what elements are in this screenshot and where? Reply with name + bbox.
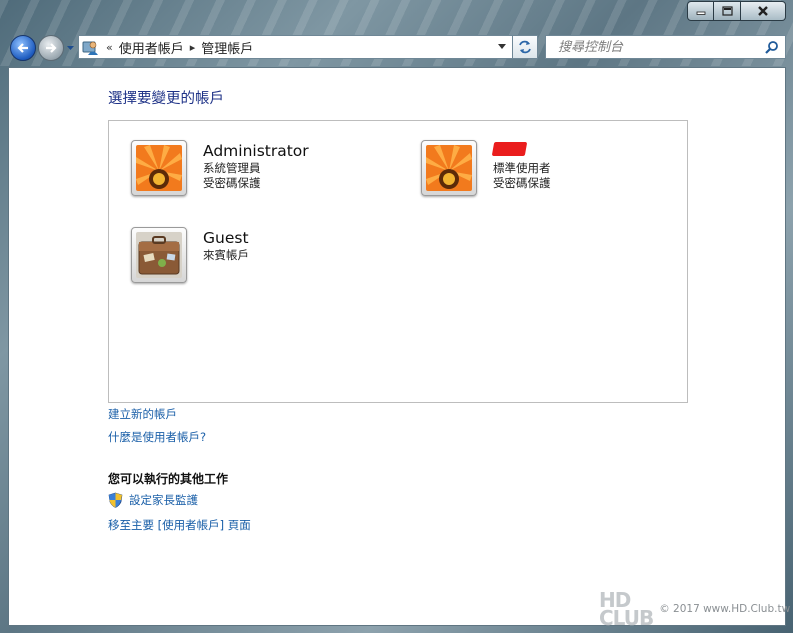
minimize-button[interactable]	[687, 1, 714, 21]
address-bar[interactable]: « 使用者帳戶 ▸ 管理帳戶	[78, 35, 513, 59]
uac-shield-icon	[108, 492, 123, 508]
account-password-status: 受密碼保護	[203, 176, 261, 190]
account-password-status: 受密碼保護	[493, 176, 551, 190]
refresh-icon	[519, 40, 531, 54]
flower-picture	[426, 145, 472, 191]
window-controls	[687, 1, 786, 22]
chevron-down-icon	[66, 45, 74, 50]
breadcrumb-overflow[interactable]: «	[106, 41, 113, 54]
maximize-icon	[721, 6, 733, 16]
page-title: 選擇要變更的帳戶	[108, 91, 224, 107]
account-name	[491, 142, 551, 161]
account-avatar	[131, 140, 187, 196]
suitcase-picture	[136, 232, 182, 278]
account-name: Guest	[203, 229, 249, 247]
refresh-button[interactable]	[513, 35, 538, 59]
watermark-text: © 2017 www.HD.Club.tw	[659, 603, 791, 615]
control-panel-users-icon	[82, 41, 98, 55]
account-name: Administrator	[203, 142, 309, 160]
account-avatar	[131, 227, 187, 283]
forward-arrow-icon	[46, 43, 57, 53]
search-box[interactable]	[545, 35, 786, 59]
address-dropdown-icon[interactable]	[498, 44, 506, 49]
close-button[interactable]	[741, 1, 786, 21]
breadcrumb-separator[interactable]: ▸	[190, 41, 196, 54]
breadcrumb-manage-accounts[interactable]: 管理帳戶	[201, 38, 253, 57]
accounts-panel: Administrator 系統管理員 受密碼保護 標準使用者 受密碼保護 Gu…	[108, 120, 688, 403]
what-is-account-link[interactable]: 什麼是使用者帳戶?	[108, 429, 206, 445]
create-account-link[interactable]: 建立新的帳戶	[108, 406, 177, 422]
content-pane: 選擇要變更的帳戶 Administrator 系統管理員 受密碼保護 標準使用者…	[8, 67, 790, 628]
flower-picture	[136, 145, 182, 191]
watermark-logo: HD CLUB	[599, 588, 654, 630]
watermark: HD CLUB © 2017 www.HD.Club.tw	[599, 588, 791, 630]
forward-button[interactable]	[38, 35, 64, 61]
parental-controls-row[interactable]: 設定家長監護	[108, 492, 198, 508]
account-tile-standard-user[interactable]: 標準使用者 受密碼保護	[421, 140, 551, 196]
account-avatar	[421, 140, 477, 196]
back-button[interactable]	[10, 35, 36, 61]
search-icon[interactable]	[765, 40, 779, 54]
account-type: 系統管理員	[203, 161, 261, 175]
breadcrumb-user-accounts[interactable]: 使用者帳戶	[119, 38, 184, 57]
back-arrow-icon	[17, 43, 28, 53]
search-input[interactable]	[556, 38, 770, 56]
account-type: 來賓帳戶	[203, 248, 249, 262]
parental-controls-link[interactable]: 設定家長監護	[129, 492, 198, 508]
minimize-icon	[696, 11, 705, 15]
maximize-button[interactable]	[714, 1, 741, 21]
redacted-name	[491, 142, 528, 156]
account-type: 標準使用者	[493, 161, 551, 175]
close-icon	[758, 6, 768, 16]
other-tasks-heading: 您可以執行的其他工作	[108, 472, 229, 486]
account-tile-administrator[interactable]: Administrator 系統管理員 受密碼保護	[131, 140, 309, 196]
main-user-accounts-link[interactable]: 移至主要 [使用者帳戶] 頁面	[108, 517, 251, 533]
account-tile-guest[interactable]: Guest 來賓帳戶	[131, 227, 249, 283]
recent-pages-dropdown[interactable]	[66, 44, 74, 52]
